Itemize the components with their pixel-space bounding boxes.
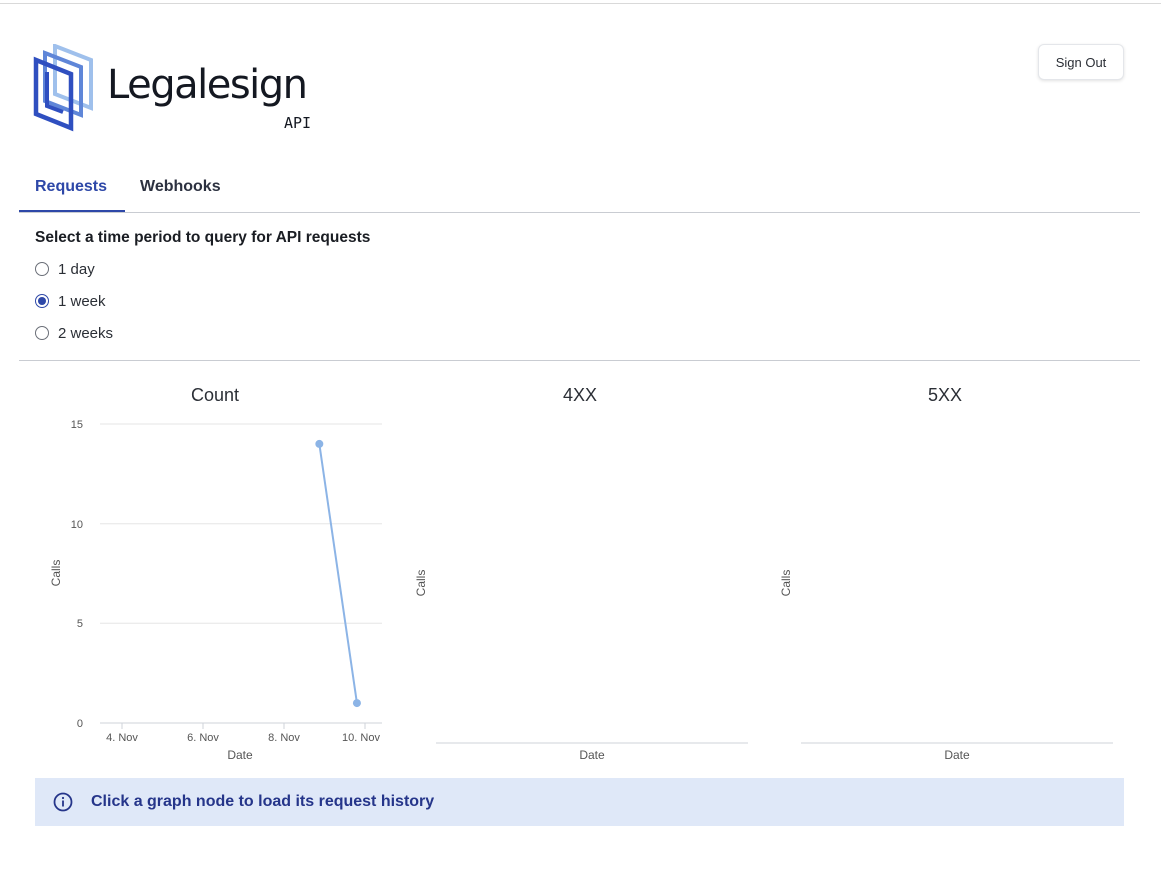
graph-node[interactable]: [352, 699, 361, 708]
x-axis-title: Date: [579, 748, 605, 762]
legalesign-logo: Legalesign API: [33, 44, 333, 134]
x-axis-title: Date: [227, 748, 253, 762]
radio-option-2-weeks[interactable]: 2 weeks: [35, 321, 113, 345]
5xx-chart-plot: Date Calls: [779, 570, 1113, 762]
top-rule: [0, 3, 1161, 4]
tab-webhooks[interactable]: Webhooks: [140, 168, 240, 212]
y-tick-label: 15: [71, 419, 83, 431]
radio-dot: [38, 297, 46, 305]
y-tick-label: 5: [77, 618, 83, 630]
radio-option-1-week[interactable]: 1 week: [35, 289, 106, 313]
x-axis-title: Date: [944, 748, 970, 762]
x-tick-label: 4. Nov: [106, 732, 138, 744]
5xx-chart: 5XX Date Calls: [765, 380, 1125, 770]
brand-name: Legalesign: [107, 62, 308, 108]
info-banner-text: Click a graph node to load its request h…: [91, 793, 435, 810]
info-banner: Click a graph node to load its request h…: [35, 778, 1124, 826]
x-tick-label: 10. Nov: [342, 732, 380, 744]
radio-option-1-day[interactable]: 1 day: [35, 257, 95, 281]
brand-subtitle: API: [284, 114, 312, 132]
y-axis-title: Calls: [49, 560, 63, 587]
4xx-chart-plot: Date Calls: [414, 570, 748, 762]
radio-button-selected[interactable]: [35, 294, 49, 308]
radio-label: 1 day: [58, 260, 95, 278]
period-title: Select a time period to query for API re…: [35, 229, 371, 246]
count-chart: Count 15 10 5 0 4. Nov 6. Nov 8. Nov 10.…: [35, 380, 395, 770]
section-divider: [19, 360, 1140, 361]
info-icon: [53, 792, 73, 812]
y-tick-label: 0: [77, 718, 83, 730]
tab-bar: Requests Webhooks: [19, 168, 1140, 213]
y-tick-label: 10: [71, 519, 83, 531]
x-tick-label: 6. Nov: [187, 732, 219, 744]
tab-requests[interactable]: Requests: [19, 168, 125, 212]
count-series: [315, 439, 361, 708]
x-tick-label: 8. Nov: [268, 732, 300, 744]
y-axis-title: Calls: [414, 570, 428, 597]
sign-out-button[interactable]: Sign Out: [1038, 44, 1124, 80]
legalesign-logo-icon: [33, 44, 93, 132]
4xx-chart: 4XX Date Calls: [400, 380, 760, 770]
radio-label: 1 week: [58, 292, 106, 310]
radio-button[interactable]: [35, 262, 49, 276]
radio-button[interactable]: [35, 326, 49, 340]
series-line: [318, 443, 358, 704]
graph-node[interactable]: [315, 439, 324, 448]
y-axis-title: Calls: [779, 570, 793, 597]
radio-label: 2 weeks: [58, 324, 114, 342]
count-chart-plot: 15 10 5 0 4. Nov 6. Nov 8. Nov 10. Nov D…: [49, 419, 382, 762]
